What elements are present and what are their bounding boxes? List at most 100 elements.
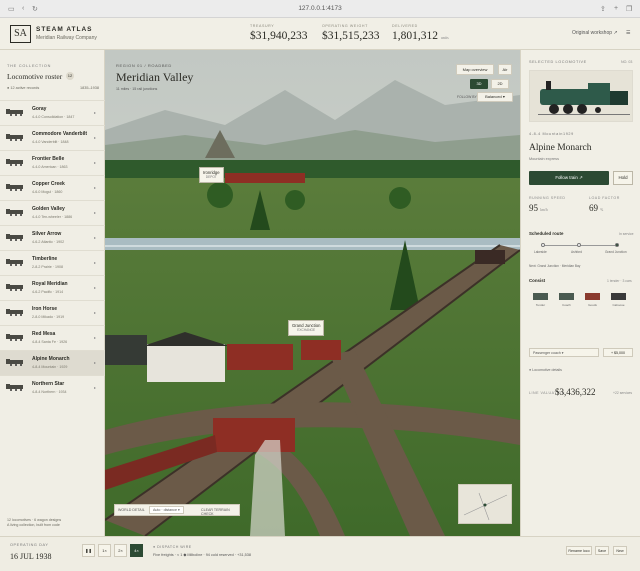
roster-item-name: Northern Star: [32, 381, 65, 387]
station-label-grand-junction[interactable]: Grand Junction EXCHANGE: [288, 320, 325, 336]
roster-item[interactable]: Golden Valley 4-4-0 Ten-wheeler · 1886 ▸: [0, 200, 105, 225]
year-range: 1835–1938: [80, 86, 100, 90]
logo[interactable]: SA: [10, 25, 31, 43]
world-viewport[interactable]: REGION 01 / ROADBED Meridian Valley 11 m…: [105, 50, 520, 536]
follow-train-button[interactable]: Follow train ↗: [529, 171, 609, 185]
load-label: LOAD FACTOR: [589, 196, 620, 200]
chevron-right-icon: ▸: [94, 360, 97, 365]
dispatch-label: ● DISPATCH WIRE: [153, 545, 192, 549]
stop-dot[interactable]: [577, 243, 581, 247]
dispatch-text: Five freights · ≈ 1 ◆ Milboline · 94 col…: [153, 553, 251, 557]
roster-item[interactable]: Iron Horse 2-8-0 Mikado · 1919 ▸: [0, 300, 105, 325]
sidebar-toggle-icon[interactable]: ▭: [8, 5, 15, 13]
roster-count-badge: 12: [66, 72, 74, 80]
brand-name: STEAM ATLAS: [36, 26, 93, 33]
locomotive-details-link[interactable]: ● Locomotive details: [529, 368, 562, 372]
back-icon[interactable]: ‹: [22, 5, 24, 12]
minimap[interactable]: [458, 484, 512, 524]
consist-car[interactable]: Goods: [583, 291, 602, 311]
locomotive-name: Alpine Monarch: [529, 143, 592, 153]
consist-car[interactable]: Coach: [557, 291, 576, 311]
roster-item[interactable]: Red Mesa 4-8-4 Santa Fe · 1926 ▸: [0, 325, 105, 350]
speed-label: RUNNING SPEED: [529, 196, 566, 200]
consist-title: Consist: [529, 278, 546, 283]
chevron-right-icon: ▸: [94, 235, 97, 240]
speed-value: 95 km/h: [529, 203, 548, 213]
chevron-right-icon: ▸: [94, 135, 97, 140]
operating-day-label: OPERATING DAY: [10, 543, 49, 547]
new-button[interactable]: New: [613, 546, 627, 555]
view-2d-toggle[interactable]: 2D: [491, 79, 509, 89]
roster-item-name: Golden Valley: [32, 206, 65, 212]
speed-4x-button[interactable]: 4×: [130, 544, 143, 557]
roster-item-sub: 4-6-2 Pacific · 1914: [32, 290, 64, 294]
roster-item-name: Royal Meridian: [32, 281, 68, 287]
wheel-arrangement: 4-8-4 Mountain: [529, 132, 563, 136]
chevron-right-icon: ▸: [94, 310, 97, 315]
speed-1x-button[interactable]: 1×: [98, 544, 111, 557]
detail-caption: SELECTED LOCOMOTIVE: [529, 60, 587, 64]
address-bar[interactable]: 127.0.0.1:4173: [260, 3, 380, 15]
view-3d-toggle[interactable]: 3D: [470, 79, 488, 89]
stat-delivered: DELIVERED 1,801,312 units: [392, 24, 449, 42]
roster-item-name: Frontier Belle: [32, 156, 65, 162]
roster-item-name: Silver Arrow: [32, 231, 62, 237]
pause-button[interactable]: ❚❚: [82, 544, 95, 557]
locomotive-icon: [6, 259, 26, 266]
roster-sidebar: THE COLLECTION Locomotive roster 12 ● 12…: [0, 50, 105, 536]
region-title: Meridian Valley: [116, 70, 194, 84]
stop-dot-current[interactable]: [615, 243, 619, 247]
locomotive-icon: [6, 384, 26, 391]
route-line: [543, 245, 619, 246]
car-body: [585, 293, 600, 300]
roster-item[interactable]: Silver Arrow 4-6-2 Atlantic · 1902 ▸: [0, 225, 105, 250]
follow-mode-select[interactable]: Balanced ▾: [477, 92, 513, 102]
stop-label: Ashford: [571, 250, 582, 254]
menu-icon[interactable]: ☰: [626, 30, 630, 36]
locomotive-illustration: [529, 70, 633, 122]
air-button[interactable]: Air: [498, 64, 512, 75]
roster-item[interactable]: Copper Creek 4-6-0 Mogul · 1860 ▸: [0, 175, 105, 200]
reload-icon[interactable]: ↻: [32, 5, 38, 13]
roster-item[interactable]: Northern Star 4-8-4 Northern · 1934 ▸: [0, 375, 105, 400]
share-icon[interactable]: ⇪: [600, 5, 606, 13]
status-footer: OPERATING DAY 16 JUL 1938 ❚❚ 1× 2× 4× ● …: [0, 536, 640, 571]
roster-item[interactable]: Royal Meridian 4-6-2 Pacific · 1914 ▸: [0, 275, 105, 300]
roster-item-name: Alpine Monarch: [32, 356, 70, 362]
roster-item-sub: 2-8-0 Mikado · 1919: [32, 315, 65, 319]
consist-car[interactable]: Caboose: [609, 291, 628, 311]
station-label-ironridge[interactable]: Ironridge DEPOT: [199, 167, 224, 183]
roster-item[interactable]: Goray 4-4-0 Consolidation · 1847 ▸: [0, 100, 105, 125]
follow-mode-label: FOLLOW BY: [457, 95, 477, 99]
roster-item[interactable]: Timberline 2-8-2 Prairie · 1908 ▸: [0, 250, 105, 275]
consist-info: 1 tender · 3 cars: [607, 279, 632, 283]
workshop-link[interactable]: Original workshop ↗: [572, 30, 618, 36]
rename-loco-button[interactable]: Rename loco: [566, 546, 592, 555]
roster-item[interactable]: Commodore Vanderbilt 4-4-0 Vanderbilt · 1…: [0, 125, 105, 150]
consist-car[interactable]: Tender: [531, 291, 550, 311]
stop-dot[interactable]: [541, 243, 545, 247]
clear-terrain-button[interactable]: CLEAR TERRAIN CHECK: [201, 508, 239, 516]
route-status: In service: [619, 232, 634, 236]
sidebar-footer: 12 locomotives · 6 wagon designs A living…: [7, 518, 62, 527]
hold-button[interactable]: Hold: [613, 171, 633, 185]
roster-item-sub: 4-4-0 Vanderbilt · 1848: [32, 140, 69, 144]
locomotive-subtitle: Mountain express: [529, 157, 559, 161]
chevron-right-icon: ▸: [94, 385, 97, 390]
stop-label: Lakeside: [534, 250, 547, 254]
world-detail-select[interactable]: Auto · distance ▾: [149, 506, 184, 514]
load-value: 69 %: [589, 203, 604, 213]
speed-2x-button[interactable]: 2×: [114, 544, 127, 557]
roster-item[interactable]: Alpine Monarch 4-8-4 Mountain · 1929 ▸: [0, 350, 105, 375]
tabs-icon[interactable]: ❐: [626, 5, 632, 13]
locomotive-icon: [6, 334, 26, 341]
chevron-right-icon: ▸: [94, 260, 97, 265]
roster-item-sub: 4-8-4 Northern · 1934: [32, 390, 67, 394]
roster-item[interactable]: Frontier Belle 4-4-0 American · 1863 ▸: [0, 150, 105, 175]
map-overview-button[interactable]: Map overview: [456, 64, 494, 75]
add-tab-icon[interactable]: +: [614, 5, 618, 12]
add-car-button[interactable]: + $5,000: [603, 348, 633, 357]
save-button[interactable]: Save: [595, 546, 609, 555]
scene-render[interactable]: [105, 50, 520, 536]
car-type-select[interactable]: Passenger coach ▾: [529, 348, 599, 357]
